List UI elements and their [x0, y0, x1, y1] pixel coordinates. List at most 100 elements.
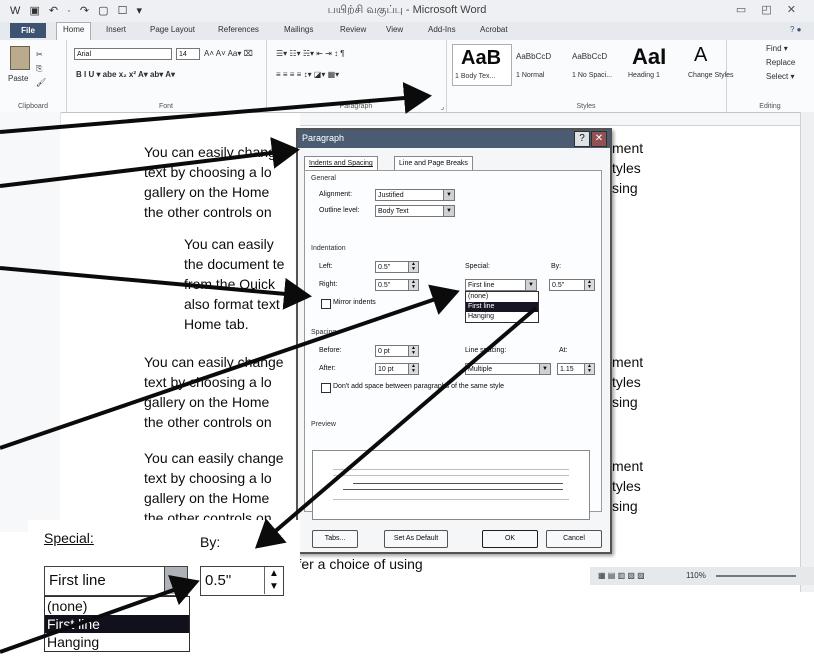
tab-acrobat[interactable]: Acrobat — [480, 25, 508, 34]
tab-file[interactable]: File — [10, 23, 46, 38]
tab-view[interactable]: View — [386, 25, 403, 34]
horizontal-ruler[interactable] — [300, 113, 800, 126]
dont-add-space-checkbox[interactable] — [321, 383, 331, 393]
chevron-down-icon[interactable]: ▼ — [539, 364, 550, 374]
font-size-field[interactable]: 14 — [176, 48, 200, 60]
view-buttons[interactable]: ▦ ▤ ▥ ▧ ▨ — [598, 571, 645, 580]
paragraph-group: ☰▾ ☷▾ ☵▾ ⇤ ⇥ ↕ ¶ ≡ ≡ ≡ ≡ ↕▾ ◪▾ ▦▾ Paragr… — [266, 40, 447, 112]
option-first-line[interactable]: First line — [466, 302, 538, 312]
spinner-icon[interactable]: ▲ ▼ — [584, 364, 594, 374]
outline-level-select[interactable]: Body Text ▼ — [375, 205, 455, 217]
zoom-level[interactable]: 110% — [686, 571, 706, 580]
list-indent-buttons[interactable]: ☰▾ ☷▾ ☵▾ ⇤ ⇥ ↕ ¶ — [276, 49, 345, 58]
set-as-default-button[interactable]: Set As Default — [384, 530, 448, 548]
tab-page-layout[interactable]: Page Layout — [150, 25, 195, 34]
style-heading-1[interactable]: AaI Heading 1 — [626, 44, 678, 84]
option-none[interactable]: (none) — [466, 292, 538, 302]
inset-option-hanging[interactable]: Hanging — [45, 633, 189, 651]
paragraph-3-right: ment tyles sing — [612, 354, 644, 410]
select-button[interactable]: Select ▾ — [766, 72, 794, 81]
cancel-button[interactable]: Cancel — [546, 530, 602, 548]
paragraph-tail: offer a choice of using — [286, 556, 423, 572]
tabs-button[interactable]: Tabs... — [312, 530, 358, 548]
style-normal[interactable]: AaBbCcD 1 Normal — [514, 44, 566, 84]
spinner-icon[interactable]: ▲ ▼ — [408, 280, 418, 290]
after-label: After: — [319, 365, 336, 372]
paste-button[interactable]: Paste — [8, 74, 28, 83]
inset-option-none[interactable]: (none) — [45, 597, 189, 615]
at-field[interactable]: 1.15 ▲ ▼ — [557, 363, 595, 375]
ribbon: Paste ✂ ⎘ 🖌 Clipboard Arial 14 A˄ A˅ Aa▾… — [0, 40, 814, 113]
style-no-spacing[interactable]: AaBbCcD 1 No Spaci... — [570, 44, 622, 84]
left-margin — [0, 112, 61, 532]
zoom-slider[interactable] — [716, 575, 796, 577]
copy-icon[interactable]: ⎘ — [36, 64, 42, 74]
preview-label: Preview — [311, 421, 336, 428]
general-section: General — [311, 175, 336, 182]
preview-box — [312, 450, 590, 520]
styles-group: AaB 1 Body Tex... AaBbCcD 1 Normal AaBbC… — [446, 40, 734, 112]
spinner-icon[interactable]: ▲ ▼ — [408, 346, 418, 356]
editing-label: Editing — [759, 103, 781, 110]
font-format-buttons[interactable]: B I U ▾ abe x₂ x² A▾ ab▾ A▾ — [76, 70, 175, 79]
tab-indents-spacing[interactable]: Indents and Spacing — [304, 156, 378, 170]
font-size-buttons[interactable]: A˄ A˅ Aa▾ ⌧ — [204, 49, 253, 58]
inset-special-select[interactable]: First line ▼ — [44, 566, 188, 596]
special-options-list: (none) First line Hanging — [465, 291, 539, 323]
replace-button[interactable]: Replace — [766, 58, 795, 67]
paragraph-label: Paragraph — [339, 103, 373, 110]
tab-home[interactable]: Home — [56, 22, 92, 40]
chevron-down-icon[interactable]: ▼ — [443, 206, 454, 216]
help-button[interactable]: ? — [574, 131, 590, 147]
inset-by-field[interactable]: 0.5" ▲ ▼ — [200, 566, 284, 596]
option-hanging[interactable]: Hanging — [466, 312, 538, 322]
window-controls[interactable]: ▭ ◰ ✕ — [736, 3, 802, 16]
mirror-indents-checkbox[interactable] — [321, 299, 331, 309]
outline-level-label: Outline level: — [319, 207, 360, 214]
font-name-field[interactable]: Arial — [74, 48, 172, 60]
right-indent-field[interactable]: 0.5" ▲ ▼ — [375, 279, 419, 291]
paragraph-3: You can easily change text by choosing a… — [144, 354, 284, 430]
spinner-icon[interactable]: ▲ ▼ — [408, 364, 418, 374]
tab-insert[interactable]: Insert — [106, 25, 126, 34]
special-select[interactable]: First line ▼ — [465, 279, 537, 291]
tab-references[interactable]: References — [218, 25, 259, 34]
alignment-buttons[interactable]: ≡ ≡ ≡ ≡ ↕▾ ◪▾ ▦▾ — [276, 70, 339, 79]
format-painter-icon[interactable]: 🖌 — [36, 78, 46, 87]
inset-options-list: (none) First line Hanging — [44, 596, 190, 652]
alignment-label: Alignment: — [319, 191, 353, 198]
spinner-icon[interactable]: ▲ ▼ — [408, 262, 418, 272]
change-styles-button[interactable]: A Change Styles — [686, 44, 734, 84]
editing-group: Find ▾ Replace Select ▾ Editing — [726, 40, 814, 112]
close-button[interactable]: ✕ — [591, 131, 607, 147]
inset-option-first-line[interactable]: First line — [45, 615, 189, 633]
line-spacing-select[interactable]: Multiple ▼ — [465, 363, 551, 375]
chevron-down-icon[interactable]: ▼ — [443, 190, 454, 200]
paste-icon[interactable] — [10, 46, 30, 70]
style-body-text[interactable]: AaB 1 Body Tex... — [452, 44, 512, 86]
chevron-down-icon[interactable]: ▼ — [525, 280, 536, 290]
clipboard-group: Paste ✂ ⎘ 🖌 Clipboard — [0, 40, 67, 112]
before-field[interactable]: 0 pt ▲ ▼ — [375, 345, 419, 357]
help-icon[interactable]: ? ● — [790, 25, 802, 34]
alignment-select[interactable]: Justified ▼ — [375, 189, 455, 201]
tab-add-ins[interactable]: Add-Ins — [428, 25, 456, 34]
vertical-scrollbar[interactable] — [800, 112, 814, 592]
cut-icon[interactable]: ✂ — [36, 50, 43, 59]
left-indent-field[interactable]: 0.5" ▲ ▼ — [375, 261, 419, 273]
before-label: Before: — [319, 347, 342, 354]
tab-mailings[interactable]: Mailings — [284, 25, 313, 34]
after-field[interactable]: 10 pt ▲ ▼ — [375, 363, 419, 375]
styles-label: Styles — [576, 103, 596, 110]
paragraph-4: You can easily change text by choosing a… — [144, 450, 284, 526]
ok-button[interactable]: OK — [482, 530, 538, 548]
paragraph-dialog-launcher-icon[interactable]: ⌟ — [441, 103, 444, 111]
spinner-icon[interactable]: ▲ ▼ — [584, 280, 594, 290]
spinner-icon[interactable]: ▲ ▼ — [264, 567, 283, 594]
find-button[interactable]: Find ▾ — [766, 44, 788, 53]
tab-review[interactable]: Review — [340, 25, 366, 34]
paragraph-2: You can easily the document te from the … — [184, 236, 285, 332]
chevron-down-icon[interactable]: ▼ — [164, 567, 187, 594]
by-field[interactable]: 0.5" ▲ ▼ — [549, 279, 595, 291]
tab-line-page-breaks[interactable]: Line and Page Breaks — [394, 156, 473, 170]
